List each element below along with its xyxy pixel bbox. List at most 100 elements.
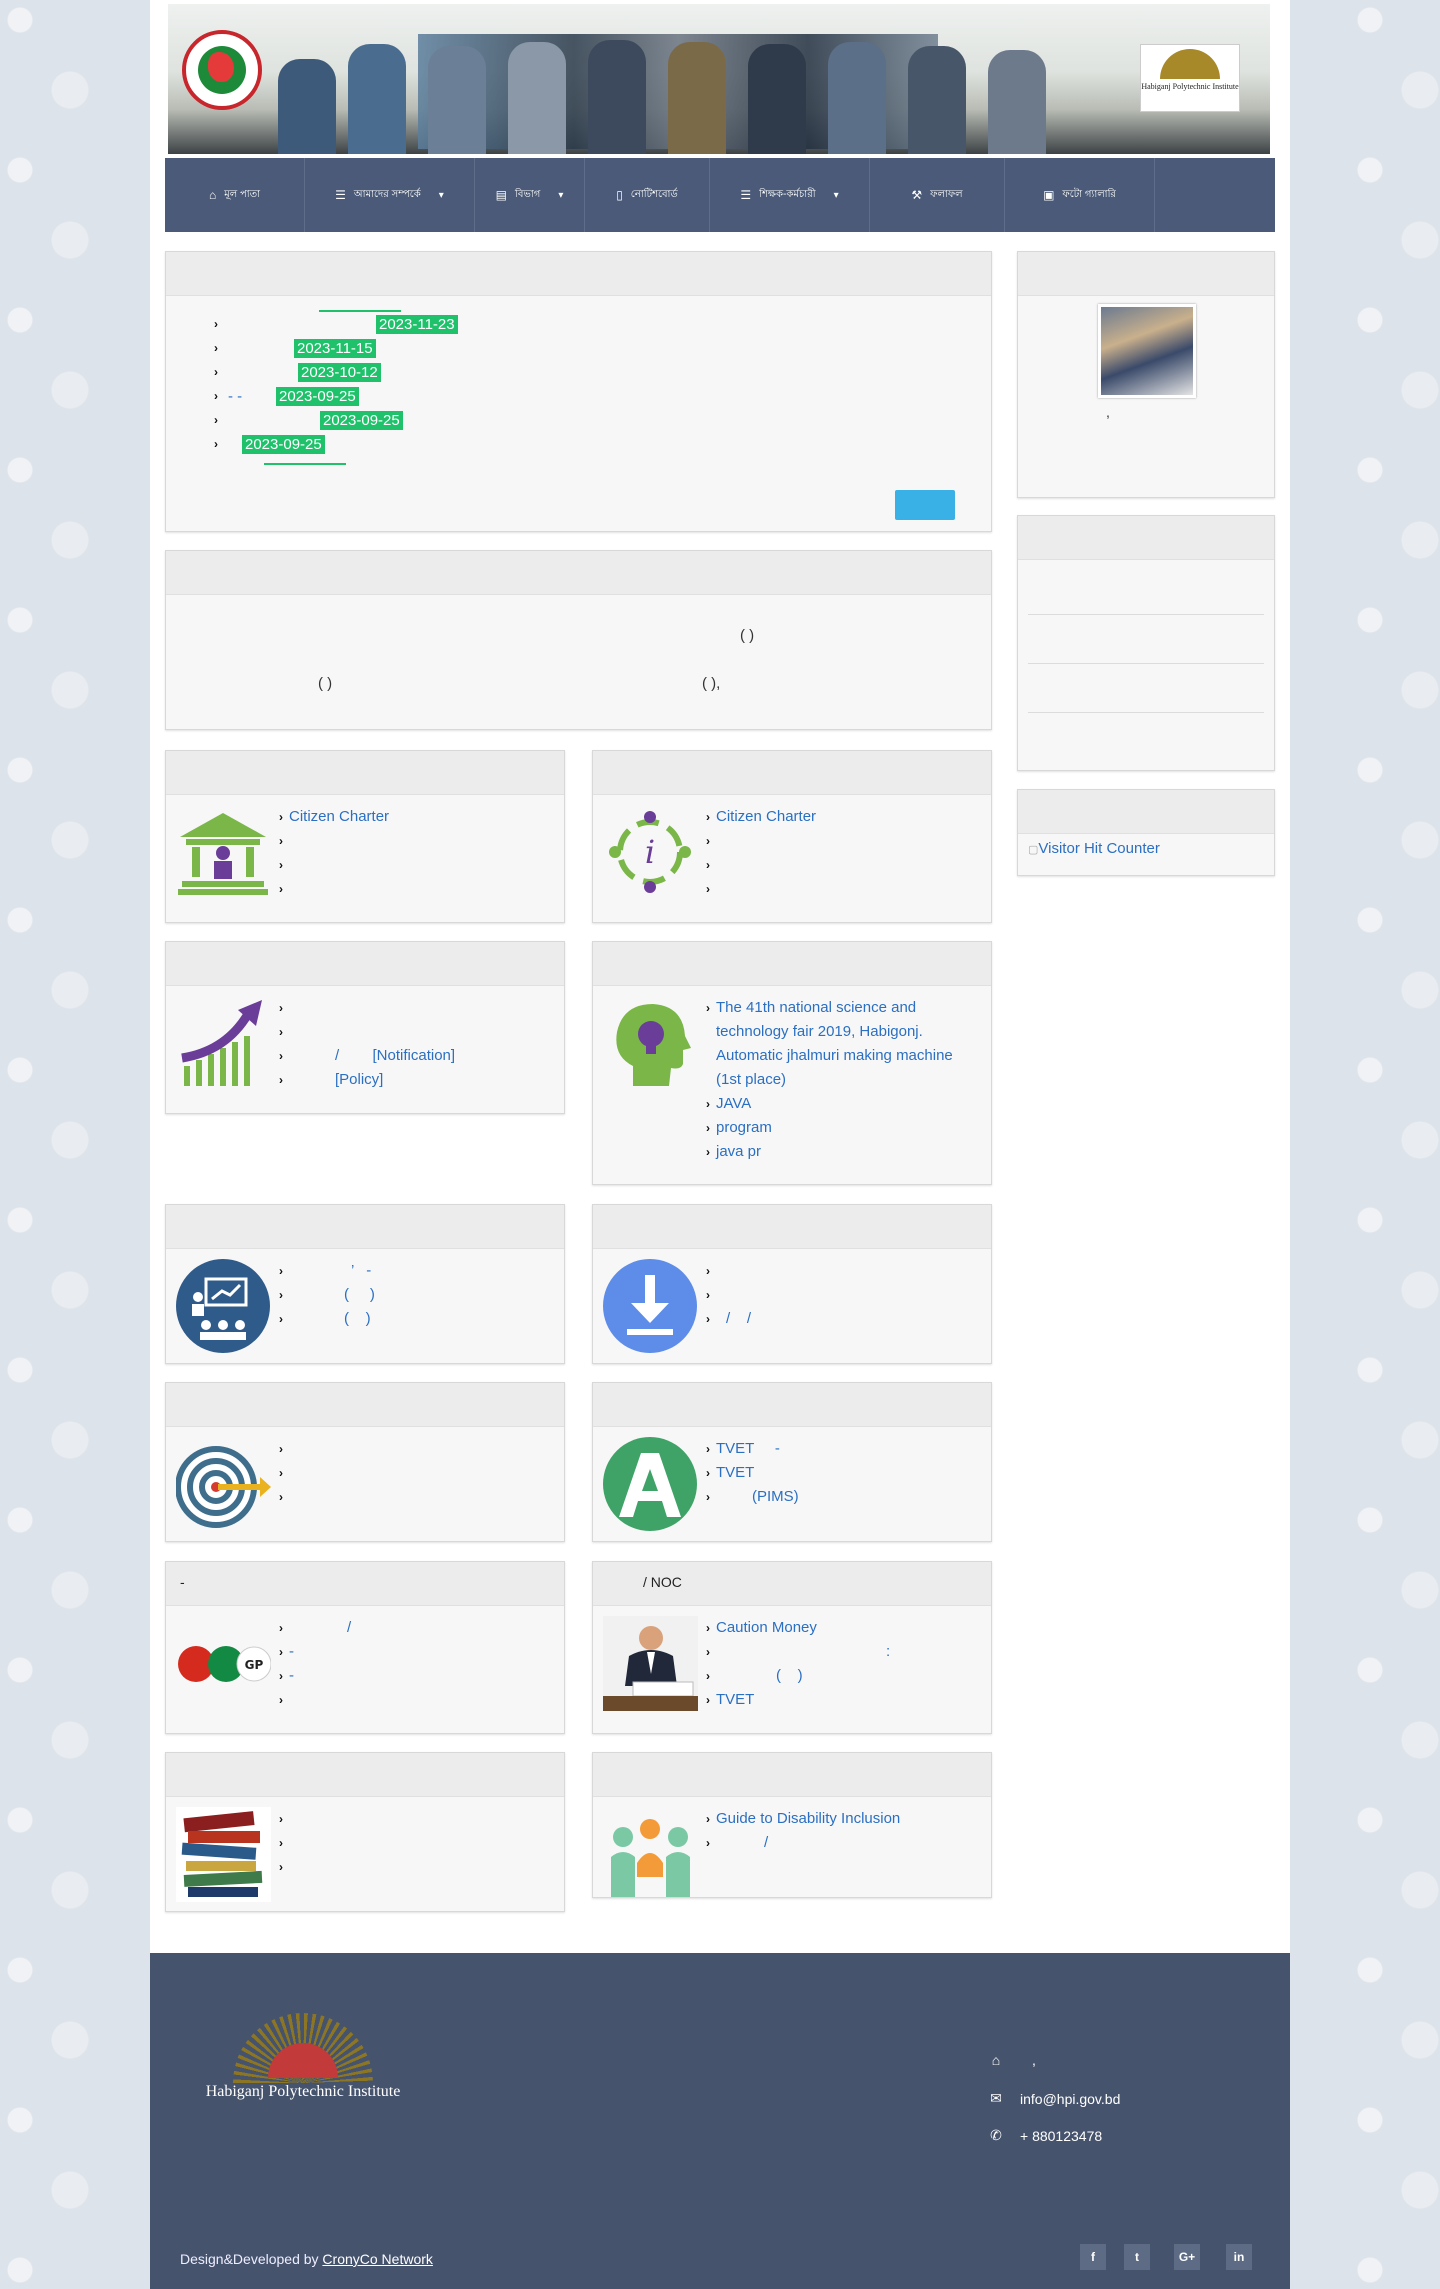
- link[interactable]: ’ -: [289, 1259, 371, 1283]
- link-item[interactable]: ›:: [706, 1640, 981, 1664]
- google-plus-icon[interactable]: G+: [1174, 2244, 1200, 2270]
- chevron-right-icon: ›: [279, 882, 283, 896]
- group-people-icon: [611, 1819, 690, 1897]
- link-item[interactable]: › program: [706, 1116, 981, 1140]
- link-item[interactable]: ›: [279, 1020, 554, 1044]
- link-item[interactable]: › (PIMS): [706, 1485, 981, 1509]
- link[interactable]: / /: [716, 1307, 751, 1331]
- footer-logo: Habiganj Polytechnic Institute: [203, 2013, 403, 2113]
- link-item[interactable]: ›: [279, 1855, 554, 1879]
- link[interactable]: -: [289, 1664, 294, 1688]
- chevron-right-icon: ›: [279, 1812, 283, 1826]
- link-item[interactable]: ›: [706, 853, 981, 877]
- link-item[interactable]: › Citizen Charter: [706, 805, 981, 829]
- banner-person: [278, 59, 336, 154]
- chevron-right-icon: ›: [279, 834, 283, 848]
- notice-item[interactable]: › - - 2023-09-25: [214, 384, 991, 408]
- link[interactable]: The 41th national science and technology…: [716, 996, 981, 1092]
- link[interactable]: ( ): [289, 1283, 375, 1307]
- link-item[interactable]: ›: [279, 1437, 554, 1461]
- link[interactable]: Citizen Charter: [289, 805, 389, 829]
- link-item[interactable]: ›: [706, 877, 981, 901]
- link-item[interactable]: › TVET: [706, 1461, 981, 1485]
- link[interactable]: /: [289, 1616, 351, 1640]
- link[interactable]: JAVA: [716, 1092, 751, 1116]
- link-item[interactable]: ›: [706, 1259, 981, 1283]
- nav-departments[interactable]: ▤ বিভাগ ▾: [475, 158, 585, 232]
- link-item[interactable]: › / /: [706, 1307, 981, 1331]
- header-banner: Habiganj Polytechnic Institute: [168, 4, 1270, 154]
- nav-noticeboard[interactable]: ▯ নোটিশবোর্ড: [585, 158, 710, 232]
- link-item[interactable]: › The 41th national science and technolog…: [706, 996, 981, 1092]
- link-item[interactable]: › java pr: [706, 1140, 981, 1164]
- link-item[interactable]: › -: [279, 1640, 554, 1664]
- link-item[interactable]: ›: [279, 1461, 554, 1485]
- link[interactable]: [Policy]: [289, 1068, 383, 1092]
- link[interactable]: TVET -: [716, 1437, 780, 1461]
- link-item[interactable]: ›: [706, 1283, 981, 1307]
- link[interactable]: Guide to Disability Inclusion: [716, 1807, 900, 1831]
- link[interactable]: TVET: [716, 1461, 754, 1485]
- link[interactable]: ( ): [716, 1664, 803, 1688]
- link-item[interactable]: › Citizen Charter: [279, 805, 554, 829]
- developer-link[interactable]: CronyCo Network: [322, 2251, 432, 2267]
- list-icon: ☰: [740, 188, 752, 202]
- link-item[interactable]: › /: [279, 1616, 554, 1640]
- link-item[interactable]: ›: [279, 829, 554, 853]
- notice-item[interactable]: › 2023-11-23: [214, 312, 991, 336]
- link[interactable]: /: [716, 1831, 768, 1855]
- link-item[interactable]: › TVET: [706, 1688, 981, 1712]
- link[interactable]: :: [716, 1640, 890, 1664]
- link-list: › › ›: [279, 1437, 554, 1509]
- panel-heading: [166, 252, 991, 296]
- letter-a-icon: [603, 1437, 697, 1531]
- link-item[interactable]: ›: [706, 829, 981, 853]
- link-item[interactable]: › ’ -: [279, 1259, 554, 1283]
- linkedin-icon[interactable]: in: [1226, 2244, 1252, 2270]
- link-item[interactable]: ›: [279, 1485, 554, 1509]
- notice-item[interactable]: › 2023-09-25: [214, 432, 991, 456]
- link-item[interactable]: › ( ): [279, 1283, 554, 1307]
- link-item[interactable]: ›: [279, 853, 554, 877]
- link-item[interactable]: › ( ): [706, 1664, 981, 1688]
- link-item[interactable]: › [Policy]: [279, 1068, 554, 1092]
- link-item[interactable]: ›: [279, 877, 554, 901]
- link-item[interactable]: › Guide to Disability Inclusion: [706, 1807, 981, 1831]
- nav-photo-gallery[interactable]: ▣ ফটো গ্যালারি: [1005, 158, 1155, 232]
- link-item[interactable]: › TVET -: [706, 1437, 981, 1461]
- banner-person: [348, 44, 406, 154]
- link-item[interactable]: ›: [279, 996, 554, 1020]
- nav-results[interactable]: ⚒ ফলাফল: [870, 158, 1005, 232]
- link[interactable]: TVET: [716, 1688, 754, 1712]
- link[interactable]: program: [716, 1116, 772, 1140]
- link-item[interactable]: › / [Notification]: [279, 1044, 554, 1068]
- link-item[interactable]: › -: [279, 1664, 554, 1688]
- box-body: › › ›: [166, 1797, 564, 1902]
- nav-about-us[interactable]: ☰ আমাদের সম্পর্কে ▾: [305, 158, 475, 232]
- footer-email[interactable]: ✉ info@hpi.gov.bd: [988, 2090, 1120, 2107]
- link-item[interactable]: › ( ): [279, 1307, 554, 1331]
- link[interactable]: ( ): [289, 1307, 371, 1331]
- link[interactable]: Citizen Charter: [716, 805, 816, 829]
- link-item[interactable]: ›: [279, 1831, 554, 1855]
- about-text: ( ): [740, 627, 755, 644]
- link-item[interactable]: › Caution Money: [706, 1616, 981, 1640]
- link[interactable]: java pr: [716, 1140, 761, 1164]
- link-item[interactable]: › JAVA: [706, 1092, 981, 1116]
- link[interactable]: Caution Money: [716, 1616, 817, 1640]
- notice-item[interactable]: › 2023-09-25: [214, 408, 991, 432]
- nav-home[interactable]: ⌂ মূল পাতা: [165, 158, 305, 232]
- twitter-icon[interactable]: t: [1124, 2244, 1150, 2270]
- link-item[interactable]: › /: [706, 1831, 981, 1855]
- notice-item[interactable]: › 2023-10-12: [214, 360, 991, 384]
- link[interactable]: -: [289, 1640, 294, 1664]
- all-notices-button[interactable]: [895, 490, 955, 520]
- facebook-icon[interactable]: f: [1080, 2244, 1106, 2270]
- link-item[interactable]: ›: [279, 1688, 554, 1712]
- link[interactable]: / [Notification]: [289, 1044, 455, 1068]
- nav-staff[interactable]: ☰ শিক্ষক-কর্মচারী ▾: [710, 158, 870, 232]
- link[interactable]: (PIMS): [716, 1485, 799, 1509]
- link-item[interactable]: ›: [279, 1807, 554, 1831]
- notice-item[interactable]: › 2023-11-15: [214, 336, 991, 360]
- chevron-right-icon: ›: [706, 1490, 710, 1504]
